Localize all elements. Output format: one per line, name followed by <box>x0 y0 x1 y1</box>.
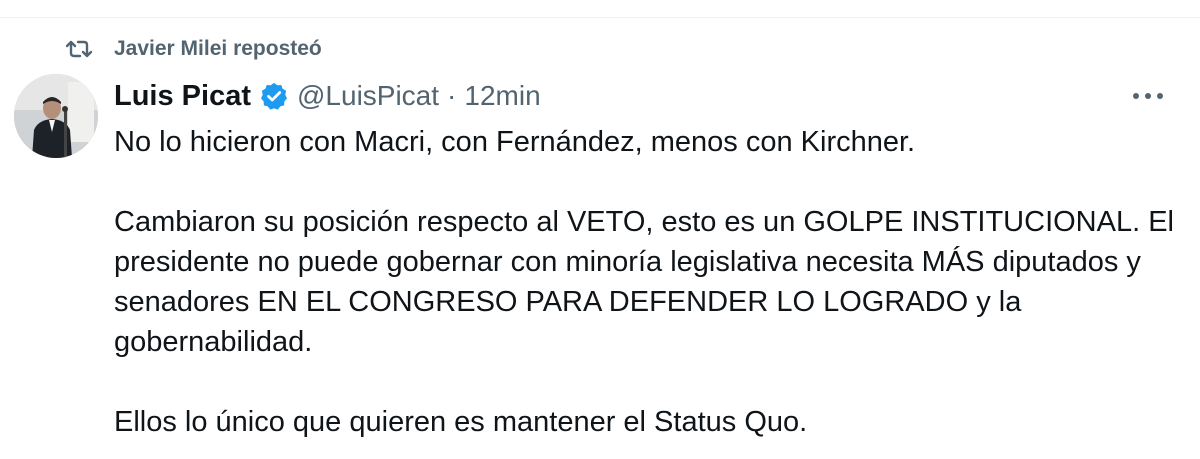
tweet-card[interactable]: Javier Milei reposteó Luis Picat @LuisPi… <box>0 0 1200 459</box>
tweet-paragraph: Ellos lo único que quieren es mantener e… <box>114 406 808 438</box>
timestamp[interactable]: 12min <box>464 80 540 112</box>
user-handle[interactable]: @LuisPicat <box>297 80 439 112</box>
repost-context[interactable]: Javier Milei reposteó <box>62 32 322 66</box>
reposted-by-label: Javier Milei reposteó <box>114 37 322 60</box>
more-options-icon[interactable] <box>1128 78 1168 114</box>
display-name[interactable]: Luis Picat <box>114 80 251 113</box>
tweet-text: No lo hicieron con Macri, con Fernández,… <box>114 122 1174 442</box>
divider <box>0 17 1200 18</box>
separator-dot: · <box>447 80 457 111</box>
tweet-paragraph: Cambiaron su posición respecto al VETO, … <box>114 206 1175 358</box>
avatar[interactable] <box>14 74 98 158</box>
verified-badge-icon <box>259 81 289 111</box>
tweet-paragraph: No lo hicieron con Macri, con Fernández,… <box>114 126 916 158</box>
tweet-header: Luis Picat @LuisPicat · 12min <box>114 74 541 118</box>
repost-icon <box>62 32 96 66</box>
